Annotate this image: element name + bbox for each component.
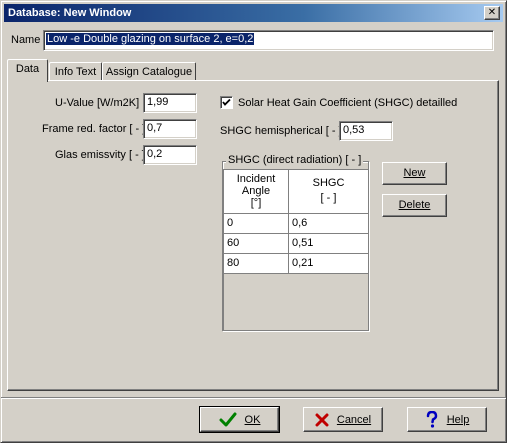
cancel-button-label: Cancel: [336, 413, 372, 426]
tab-data-label: Data: [15, 63, 40, 75]
name-input[interactable]: Low -e Double glazing on surface 2, e=0,…: [43, 30, 494, 51]
shgc-hemispherical-label: SHGC hemispherical [ - ]: [220, 125, 342, 137]
table-row-angle[interactable]: 80: [224, 254, 289, 274]
tab-info-text[interactable]: Info Text: [49, 62, 102, 81]
table-row-angle[interactable]: 60: [224, 234, 289, 254]
u-value-input[interactable]: 1,99: [143, 93, 197, 113]
delete-button[interactable]: Delete: [382, 194, 447, 217]
tab-assign-catalogue[interactable]: Assign Catalogue: [102, 62, 196, 81]
close-icon: ✕: [487, 7, 497, 18]
name-input-value: Low -e Double glazing on surface 2, e=0,…: [46, 33, 255, 45]
shgc-hemispherical-input[interactable]: 0,53: [339, 121, 393, 141]
window-title: Database: New Window: [8, 7, 132, 19]
grid-header-line: [ - ]: [320, 192, 337, 204]
help-button-label: Help: [446, 413, 470, 426]
shgc-detailled-checkbox[interactable]: [220, 96, 233, 109]
help-button[interactable]: Help: [407, 407, 487, 432]
delete-button-label: Delete: [398, 199, 431, 211]
checkmark-icon: [222, 98, 231, 106]
question-icon: [426, 411, 437, 428]
checkmark-icon: [219, 412, 237, 426]
dialog-window: Database: New Window ✕ Name Low -e Doubl…: [0, 0, 507, 443]
table-row-shgc[interactable]: 0,6: [289, 214, 369, 234]
table-row-angle[interactable]: 0: [224, 214, 289, 234]
shgc-detailled-label: Solar Heat Gain Coefficient (SHGC) detai…: [238, 97, 458, 109]
title-bar[interactable]: Database: New Window ✕: [4, 4, 503, 22]
new-button[interactable]: New: [382, 162, 447, 185]
grid-header-shgc: SHGC [ - ]: [289, 170, 369, 214]
ok-button[interactable]: OK: [199, 406, 280, 433]
close-button[interactable]: ✕: [484, 6, 500, 20]
name-label: Name: [11, 34, 41, 46]
grid-header-line: Angle: [241, 185, 271, 197]
new-button-label: New: [403, 167, 426, 179]
tab-data[interactable]: Data: [7, 59, 48, 82]
u-value-label: U-Value [W/m2K]: [55, 97, 140, 109]
glas-emissivity-label: Glas emissvity [ - ]: [55, 149, 145, 161]
table-row-shgc[interactable]: 0,21: [289, 254, 369, 274]
grid-header-line: [°]: [250, 197, 262, 209]
tab-info-text-label: Info Text: [54, 66, 97, 78]
frame-red-factor-label: Frame red. factor [ - ]: [42, 123, 146, 135]
tab-assign-catalogue-label: Assign Catalogue: [105, 66, 193, 78]
footer-separator: [1, 397, 506, 399]
ok-button-label: OK: [244, 413, 261, 426]
shgc-group-title: SHGC (direct radiation) [ - ]: [226, 154, 364, 166]
grid-header-incident-angle: Incident Angle [°]: [224, 170, 289, 214]
cancel-button[interactable]: Cancel: [303, 407, 383, 432]
x-icon: [315, 413, 329, 426]
table-row-shgc[interactable]: 0,51: [289, 234, 369, 254]
shgc-grid[interactable]: Incident Angle [°] SHGC [ - ] 0 0,6 60 0…: [223, 169, 369, 330]
grid-header-line: Incident: [236, 173, 276, 185]
grid-header-line: SHGC: [312, 177, 345, 189]
glas-emissivity-input[interactable]: 0,2: [143, 145, 197, 165]
frame-red-factor-input[interactable]: 0,7: [143, 119, 197, 139]
